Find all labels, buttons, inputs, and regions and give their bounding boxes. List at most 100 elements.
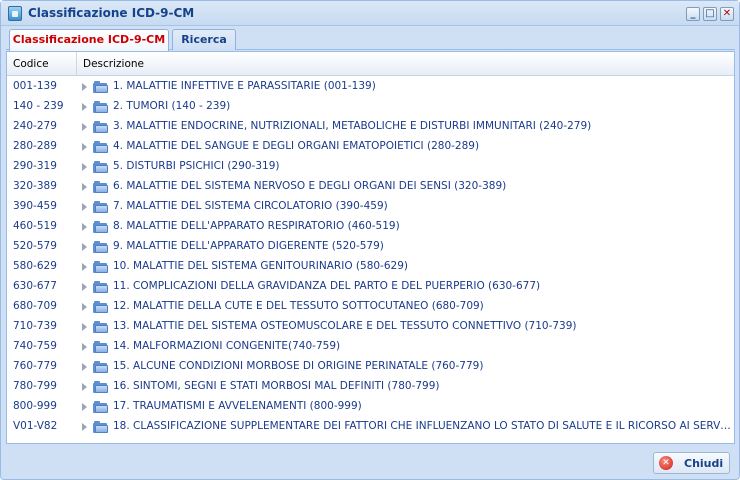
expand-arrow-icon[interactable] bbox=[82, 303, 87, 311]
expand-arrow-icon[interactable] bbox=[82, 283, 87, 291]
row-code: 460-519 bbox=[13, 220, 57, 232]
row-code: 240-279 bbox=[13, 120, 57, 132]
folder-icon bbox=[93, 141, 109, 153]
tab-classificazione[interactable]: Classificazione ICD-9-CM bbox=[9, 29, 169, 51]
folder-icon bbox=[93, 341, 109, 353]
folder-icon bbox=[93, 401, 109, 413]
table-row[interactable]: 710-739 13. MALATTIE DEL SISTEMA OSTEOMUS… bbox=[7, 317, 734, 337]
folder-icon bbox=[93, 181, 109, 193]
column-header-description[interactable]: Descrizione bbox=[77, 52, 734, 76]
row-description[interactable]: 13. MALATTIE DEL SISTEMA OSTEOMUSCOLARE … bbox=[113, 320, 731, 332]
folder-icon bbox=[93, 161, 109, 173]
table-row[interactable]: 001-139 1. MALATTIE INFETTIVE E PARASSITA… bbox=[7, 77, 734, 97]
grid-rows: 001-139 1. MALATTIE INFETTIVE E PARASSITA… bbox=[7, 77, 734, 437]
row-description[interactable]: 4. MALATTIE DEL SANGUE E DEGLI ORGANI EM… bbox=[113, 140, 731, 152]
folder-icon bbox=[93, 121, 109, 133]
table-row[interactable]: 290-319 5. DISTURBI PSICHICI (290-319) bbox=[7, 157, 734, 177]
app-icon bbox=[8, 6, 22, 21]
expand-arrow-icon[interactable] bbox=[82, 403, 87, 411]
folder-icon bbox=[93, 101, 109, 113]
table-row[interactable]: 140 - 239 2. TUMORI (140 - 239) bbox=[7, 97, 734, 117]
folder-icon bbox=[93, 361, 109, 373]
expand-arrow-icon[interactable] bbox=[82, 163, 87, 171]
row-description[interactable]: 17. TRAUMATISMI E AVVELENAMENTI (800-999… bbox=[113, 400, 731, 412]
expand-arrow-icon[interactable] bbox=[82, 243, 87, 251]
row-description[interactable]: 6. MALATTIE DEL SISTEMA NERVOSO E DEGLI … bbox=[113, 180, 731, 192]
tab-strip: Classificazione ICD-9-CM Ricerca bbox=[6, 27, 735, 51]
row-description[interactable]: 2. TUMORI (140 - 239) bbox=[113, 100, 731, 112]
tab-ricerca[interactable]: Ricerca bbox=[172, 29, 236, 50]
row-code: 800-999 bbox=[13, 400, 57, 412]
expand-arrow-icon[interactable] bbox=[82, 223, 87, 231]
icd9-window: Classificazione ICD-9-CM _ □ ✕ Classific… bbox=[0, 0, 740, 480]
expand-arrow-icon[interactable] bbox=[82, 363, 87, 371]
folder-icon bbox=[93, 81, 109, 93]
row-description[interactable]: 9. MALATTIE DELL'APPARATO DIGERENTE (520… bbox=[113, 240, 731, 252]
row-description[interactable]: 11. COMPLICAZIONI DELLA GRAVIDANZA DEL P… bbox=[113, 280, 731, 292]
row-description[interactable]: 3. MALATTIE ENDOCRINE, NUTRIZIONALI, MET… bbox=[113, 120, 731, 132]
column-header-code[interactable]: Codice bbox=[7, 52, 77, 76]
row-description[interactable]: 5. DISTURBI PSICHICI (290-319) bbox=[113, 160, 731, 172]
row-description[interactable]: 1. MALATTIE INFETTIVE E PARASSITARIE (00… bbox=[113, 80, 731, 92]
folder-icon bbox=[93, 261, 109, 273]
expand-arrow-icon[interactable] bbox=[82, 263, 87, 271]
row-code: V01-V82 bbox=[13, 420, 58, 432]
row-code: 740-759 bbox=[13, 340, 57, 352]
folder-icon bbox=[93, 201, 109, 213]
maximize-button[interactable]: □ bbox=[703, 7, 717, 21]
table-row[interactable]: 320-389 6. MALATTIE DEL SISTEMA NERVOSO E… bbox=[7, 177, 734, 197]
expand-arrow-icon[interactable] bbox=[82, 103, 87, 111]
table-row[interactable]: 520-579 9. MALATTIE DELL'APPARATO DIGEREN… bbox=[7, 237, 734, 257]
row-code: 320-389 bbox=[13, 180, 57, 192]
table-row[interactable]: 680-709 12. MALATTIE DELLA CUTE E DEL TES… bbox=[7, 297, 734, 317]
row-description[interactable]: 10. MALATTIE DEL SISTEMA GENITOURINARIO … bbox=[113, 260, 731, 272]
row-description[interactable]: 18. CLASSIFICAZIONE SUPPLEMENTARE DEI FA… bbox=[113, 420, 731, 432]
expand-arrow-icon[interactable] bbox=[82, 343, 87, 351]
row-description[interactable]: 14. MALFORMAZIONI CONGENITE(740-759) bbox=[113, 340, 731, 352]
folder-icon bbox=[93, 301, 109, 313]
folder-icon bbox=[93, 221, 109, 233]
table-row[interactable]: 390-459 7. MALATTIE DEL SISTEMA CIRCOLATO… bbox=[7, 197, 734, 217]
window-titlebar[interactable]: Classificazione ICD-9-CM _ □ ✕ bbox=[1, 1, 739, 26]
row-code: 760-779 bbox=[13, 360, 57, 372]
row-code: 390-459 bbox=[13, 200, 57, 212]
folder-icon bbox=[93, 421, 109, 433]
row-code: 710-739 bbox=[13, 320, 57, 332]
expand-arrow-icon[interactable] bbox=[82, 123, 87, 131]
close-icon: ✕ bbox=[659, 456, 673, 470]
row-code: 280-289 bbox=[13, 140, 57, 152]
expand-arrow-icon[interactable] bbox=[82, 423, 87, 431]
expand-arrow-icon[interactable] bbox=[82, 323, 87, 331]
expand-arrow-icon[interactable] bbox=[82, 383, 87, 391]
row-code: 580-629 bbox=[13, 260, 57, 272]
row-code: 290-319 bbox=[13, 160, 57, 172]
table-row[interactable]: 740-759 14. MALFORMAZIONI CONGENITE(740-7… bbox=[7, 337, 734, 357]
row-description[interactable]: 8. MALATTIE DELL'APPARATO RESPIRATORIO (… bbox=[113, 220, 731, 232]
expand-arrow-icon[interactable] bbox=[82, 83, 87, 91]
table-row[interactable]: 780-799 16. SINTOMI, SEGNI E STATI MORBOS… bbox=[7, 377, 734, 397]
row-description[interactable]: 16. SINTOMI, SEGNI E STATI MORBOSI MAL D… bbox=[113, 380, 731, 392]
row-description[interactable]: 12. MALATTIE DELLA CUTE E DEL TESSUTO SO… bbox=[113, 300, 731, 312]
table-row[interactable]: 630-677 11. COMPLICAZIONI DELLA GRAVIDANZ… bbox=[7, 277, 734, 297]
row-description[interactable]: 15. ALCUNE CONDIZIONI MORBOSE DI ORIGINE… bbox=[113, 360, 731, 372]
row-description[interactable]: 7. MALATTIE DEL SISTEMA CIRCOLATORIO (39… bbox=[113, 200, 731, 212]
row-code: 630-677 bbox=[13, 280, 57, 292]
grid-header: Codice Descrizione bbox=[7, 52, 734, 76]
table-row[interactable]: V01-V82 18. CLASSIFICAZIONE SUPPLEMENTARE… bbox=[7, 417, 734, 437]
table-row[interactable]: 280-289 4. MALATTIE DEL SANGUE E DEGLI OR… bbox=[7, 137, 734, 157]
row-code: 780-799 bbox=[13, 380, 57, 392]
table-row[interactable]: 800-999 17. TRAUMATISMI E AVVELENAMENTI (… bbox=[7, 397, 734, 417]
minimize-button[interactable]: _ bbox=[686, 7, 700, 21]
table-row[interactable]: 580-629 10. MALATTIE DEL SISTEMA GENITOUR… bbox=[7, 257, 734, 277]
table-row[interactable]: 760-779 15. ALCUNE CONDIZIONI MORBOSE DI … bbox=[7, 357, 734, 377]
folder-icon bbox=[93, 381, 109, 393]
expand-arrow-icon[interactable] bbox=[82, 143, 87, 151]
expand-arrow-icon[interactable] bbox=[82, 203, 87, 211]
expand-arrow-icon[interactable] bbox=[82, 183, 87, 191]
chiudi-button[interactable]: ✕ Chiudi bbox=[653, 452, 730, 474]
folder-icon bbox=[93, 281, 109, 293]
chiudi-label: Chiudi bbox=[684, 457, 724, 470]
close-window-button[interactable]: ✕ bbox=[720, 7, 734, 21]
table-row[interactable]: 240-279 3. MALATTIE ENDOCRINE, NUTRIZIONA… bbox=[7, 117, 734, 137]
table-row[interactable]: 460-519 8. MALATTIE DELL'APPARATO RESPIRA… bbox=[7, 217, 734, 237]
